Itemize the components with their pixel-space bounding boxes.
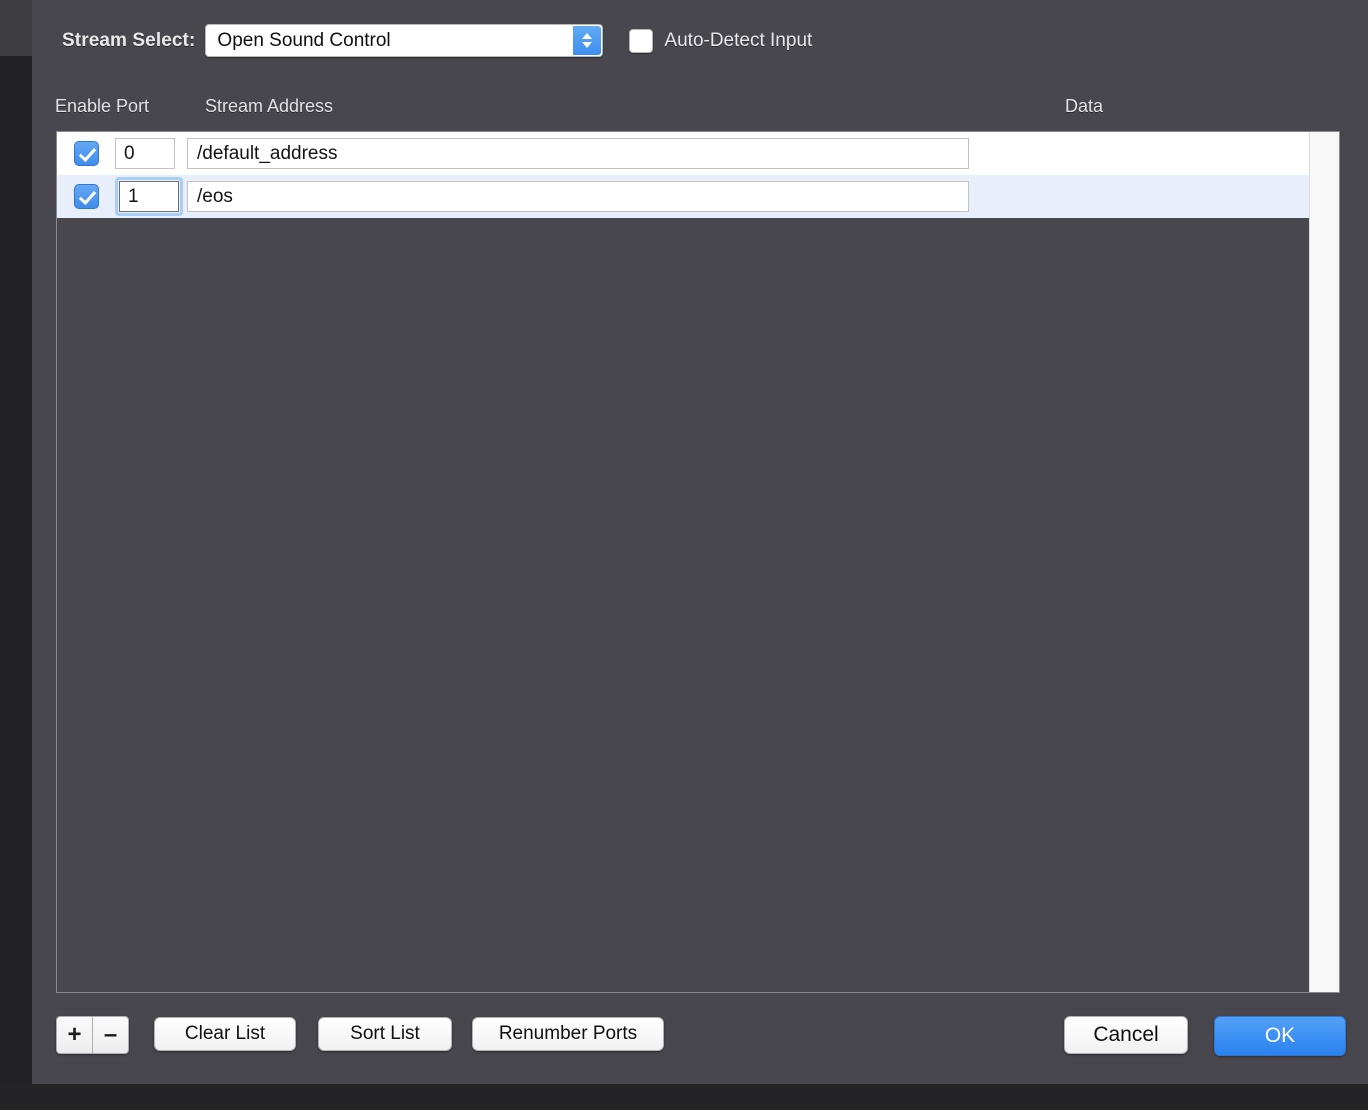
dialog-button-bar: + – Clear List Sort List Renumber Ports … <box>32 1005 1368 1061</box>
remove-row-button[interactable]: – <box>92 1017 128 1053</box>
port-input[interactable]: 1 <box>119 181 179 212</box>
enable-checkbox[interactable] <box>73 141 99 166</box>
stream-select-dropdown[interactable]: Open Sound Control <box>205 24 604 57</box>
row-enable-cell <box>57 184 115 209</box>
row-enable-cell <box>57 141 115 166</box>
renumber-ports-button[interactable]: Renumber Ports <box>472 1017 664 1051</box>
screen: Stream Select: Open Sound Control Auto-D… <box>0 0 1368 1110</box>
stream-select-label: Stream Select: <box>62 29 196 51</box>
row-port-cell: 1 <box>115 177 187 216</box>
column-header-enable-port: Enable Port <box>55 96 150 116</box>
column-header-stream-address: Stream Address <box>205 96 334 116</box>
stream-select-value: Open Sound Control <box>217 29 391 51</box>
auto-detect-label: Auto-Detect Input <box>664 29 813 51</box>
add-remove-segmented-control: + – <box>56 1016 129 1054</box>
auto-detect-input-row[interactable]: Auto-Detect Input <box>629 28 813 53</box>
auto-detect-checkbox[interactable] <box>629 28 654 53</box>
cancel-button[interactable]: Cancel <box>1064 1016 1188 1054</box>
add-row-button[interactable]: + <box>57 1017 92 1053</box>
backdrop-bottom <box>0 1084 1368 1110</box>
stream-list: 0 /default_address 1 /eos <box>56 131 1340 993</box>
port-input[interactable]: 0 <box>115 138 175 169</box>
backdrop-left <box>0 56 32 1110</box>
chevron-up-down-icon[interactable] <box>573 26 602 55</box>
column-header-data: Data <box>1065 96 1104 116</box>
ok-button[interactable]: OK <box>1214 1016 1346 1056</box>
sort-list-button[interactable]: Sort List <box>318 1017 452 1051</box>
stream-address-input[interactable]: /eos <box>187 181 969 212</box>
stream-select-row: Stream Select: Open Sound Control Auto-D… <box>62 24 812 57</box>
clear-list-button[interactable]: Clear List <box>154 1017 296 1051</box>
stream-list-body: 0 /default_address 1 /eos <box>57 132 1309 992</box>
stream-setup-dialog: Stream Select: Open Sound Control Auto-D… <box>32 0 1368 1084</box>
enable-checkbox[interactable] <box>73 184 99 209</box>
port-input-focus-ring: 1 <box>115 177 183 216</box>
table-row[interactable]: 0 /default_address <box>57 132 1309 175</box>
list-scrollbar[interactable] <box>1309 132 1339 992</box>
backdrop-top-left <box>0 0 32 56</box>
row-port-cell: 0 <box>115 138 187 169</box>
stream-address-input[interactable]: /default_address <box>187 138 969 169</box>
column-headers: Enable Port Stream Address Data <box>32 96 1368 128</box>
table-row[interactable]: 1 /eos <box>57 175 1309 218</box>
row-address-cell: /eos <box>187 181 979 212</box>
row-address-cell: /default_address <box>187 138 979 169</box>
